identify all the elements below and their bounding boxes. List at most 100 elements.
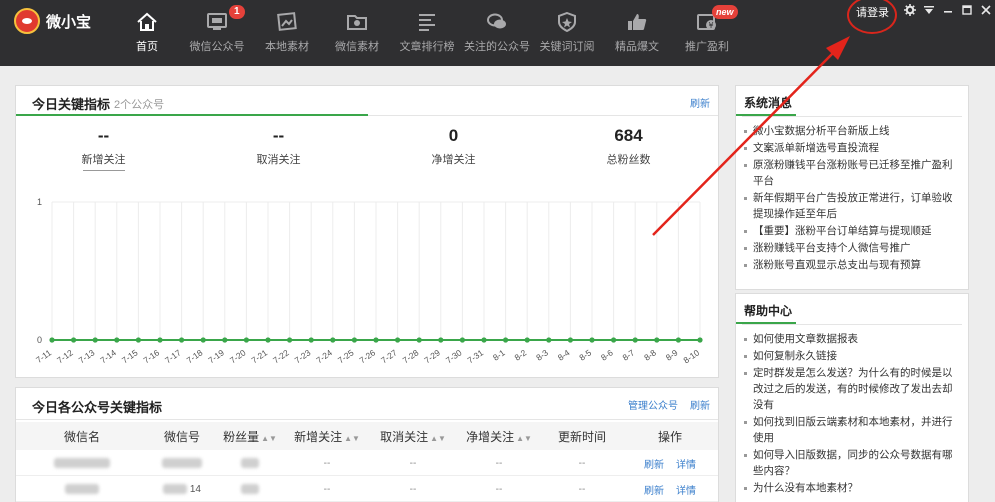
nav-item-hot-articles[interactable]: 精品爆文 (602, 0, 672, 66)
help-article-item[interactable]: 如何复制永久链接 (744, 348, 960, 364)
stat-net-follow: 0 净增关注 (366, 116, 541, 166)
panel-header: 今日各公众号关键指标 管理公众号 刷新 (16, 388, 718, 420)
close-icon[interactable] (976, 3, 995, 17)
app-logo[interactable]: 微小宝 (14, 8, 104, 34)
data-point (395, 337, 401, 343)
nav-item-local-material[interactable]: 本地素材 (252, 0, 322, 66)
minimize-icon[interactable] (938, 3, 957, 17)
help-article-list: 如何使用文章数据报表 如何复制永久链接 定时群发是怎么发送？为什么有的时候是以改过之… (736, 325, 968, 496)
col-actions: 操作 (622, 428, 718, 445)
data-point (330, 337, 336, 343)
x-tick-label: 8-2 (513, 347, 529, 362)
nav-item-home[interactable]: 首页 (112, 0, 182, 66)
help-article-item[interactable]: 定时群发是怎么发送？为什么有的时候是以改过之后的发送，有的时候修改了发出去却没有 (744, 365, 960, 413)
sort-icon: ▲▼ (261, 433, 277, 443)
cell-wechat-name (16, 458, 148, 469)
x-tick-label: 7-19 (206, 347, 226, 365)
x-tick-label: 7-22 (271, 347, 291, 365)
nav-item-followed-accounts[interactable]: 关注的公众号 (462, 0, 532, 66)
menu-icon[interactable] (919, 3, 938, 17)
sort-icon: ▲▼ (344, 433, 360, 443)
stat-value: 0 (448, 126, 459, 145)
help-article-item[interactable]: 如何找到旧版云端素材和本地素材，并进行使用 (744, 414, 960, 446)
system-messages-panel: 系统消息 微小宝数据分析平台新版上线 文案派单新增选号直投流程 原涨粉赚钱平台涨粉账… (735, 85, 969, 290)
accounts-metrics-panel: 今日各公众号关键指标 管理公众号 刷新 微信名 微信号 粉丝量 ▲▼ 新增关注 ▲▼… (15, 387, 719, 502)
refresh-link[interactable]: 刷新 (690, 397, 710, 412)
col-label: 净增关注 (466, 429, 515, 444)
data-point (287, 337, 293, 343)
data-point (49, 337, 55, 343)
x-tick-label: 7-27 (379, 347, 399, 365)
system-message-item[interactable]: 新年假期平台广告投放正常进行，订单验收提现操作延至年后 (744, 190, 960, 222)
gear-icon[interactable] (900, 3, 919, 17)
system-message-item[interactable]: 微小宝数据分析平台新版上线 (744, 123, 960, 139)
panel-header: 今日关键指标 2个公众号 刷新 (16, 86, 718, 116)
data-point (265, 337, 271, 343)
table-row: -- -- -- -- 刷新 详情 (16, 452, 718, 476)
col-wechat-id: 微信号 (148, 428, 216, 445)
chat-icon (486, 12, 508, 32)
system-message-item[interactable]: 文案派单新增选号直投流程 (744, 140, 960, 156)
data-point (416, 337, 422, 343)
today-metrics-panel: 今日关键指标 2个公众号 刷新 -- 新增关注 -- 取消关注 0 净增关注 6… (15, 85, 719, 378)
help-article-item[interactable]: 为什么没有本地素材？ (744, 480, 960, 496)
maximize-icon[interactable] (957, 3, 976, 17)
nav-item-keyword-subscribe[interactable]: 关键词订阅 (532, 0, 602, 66)
nav-item-article-ranking[interactable]: 文章排行榜 (392, 0, 462, 66)
x-tick-label: 8-8 (642, 347, 658, 362)
x-tick-label: 7-31 (465, 347, 485, 365)
stat-value: 684 (614, 126, 643, 145)
nav-item-wechat-accounts[interactable]: 微信公众号 1 (182, 0, 252, 66)
x-tick-label: 7-16 (141, 347, 161, 365)
manage-accounts-link[interactable]: 管理公众号 (628, 397, 678, 412)
y-tick-label: 1 (37, 197, 42, 207)
col-label: 新增关注 (294, 429, 343, 444)
col-fans[interactable]: 粉丝量 ▲▼ (216, 428, 284, 445)
nav-label: 关键词订阅 (539, 41, 595, 53)
data-point (632, 337, 638, 343)
col-net-follow[interactable]: 净增关注 ▲▼ (456, 428, 542, 445)
row-detail-link[interactable]: 详情 (676, 460, 696, 471)
x-tick-label: 7-11 (34, 347, 53, 365)
panel-title: 今日各公众号关键指标 (32, 400, 163, 415)
row-refresh-link[interactable]: 刷新 (644, 460, 664, 471)
monitor-icon (206, 12, 228, 32)
nav-item-promotion-profit[interactable]: ¥ 推广盈利 new (672, 0, 742, 66)
x-tick-label: 7-30 (444, 347, 464, 365)
nav-label: 首页 (136, 41, 158, 53)
system-message-item[interactable]: 涨粉赚钱平台支持个人微信号推广 (744, 240, 960, 256)
col-label: 微信名 (63, 429, 100, 444)
x-tick-label: 7-29 (422, 347, 442, 365)
col-new-follow[interactable]: 新增关注 ▲▼ (284, 428, 370, 445)
nav-item-wechat-material[interactable]: 微信素材 (322, 0, 392, 66)
data-point (157, 337, 163, 343)
system-message-item[interactable]: 【重要】涨粉平台订单结算与提现顺延 (744, 223, 960, 239)
col-wechat-name: 微信名 (16, 428, 148, 445)
data-point (351, 337, 357, 343)
x-tick-label: 7-14 (98, 347, 118, 365)
cell-fans (216, 458, 284, 469)
new-badge: new (712, 5, 738, 19)
system-message-item[interactable]: 原涨粉赚钱平台涨粉账号已迁移至推广盈利平台 (744, 157, 960, 189)
x-tick-label: 7-26 (357, 347, 377, 365)
refresh-link[interactable]: 刷新 (690, 95, 710, 110)
x-tick-label: 8-6 (599, 347, 615, 362)
data-point (179, 337, 185, 343)
stat-label: 总粉丝数 (606, 154, 651, 166)
data-point (503, 337, 509, 343)
row-refresh-link[interactable]: 刷新 (644, 486, 664, 497)
x-tick-label: 7-23 (293, 347, 313, 365)
panel-title: 帮助中心 (744, 304, 793, 318)
col-label: 更新时间 (557, 429, 606, 444)
stats-row: -- 新增关注 -- 取消关注 0 净增关注 684 总粉丝数 (16, 116, 718, 171)
row-detail-link[interactable]: 详情 (676, 486, 696, 497)
main-nav: 首页 微信公众号 1 本地素材 微信素材 文章排行榜 关注的公众号 关键词订阅 … (112, 0, 742, 66)
help-article-item[interactable]: 如何导入旧版数据，同步的公众号数据有哪些内容？ (744, 447, 960, 479)
cell-wechat-id (148, 458, 216, 469)
system-message-item[interactable]: 涨粉账号直观显示总支出与现有预算 (744, 257, 960, 273)
help-article-item[interactable]: 如何使用文章数据报表 (744, 331, 960, 347)
data-point (200, 337, 206, 343)
cell-new: -- (323, 484, 331, 495)
system-message-list: 微小宝数据分析平台新版上线 文案派单新增选号直投流程 原涨粉赚钱平台涨粉账号已迁移至… (736, 117, 968, 273)
col-unfollow[interactable]: 取消关注 ▲▼ (370, 428, 456, 445)
